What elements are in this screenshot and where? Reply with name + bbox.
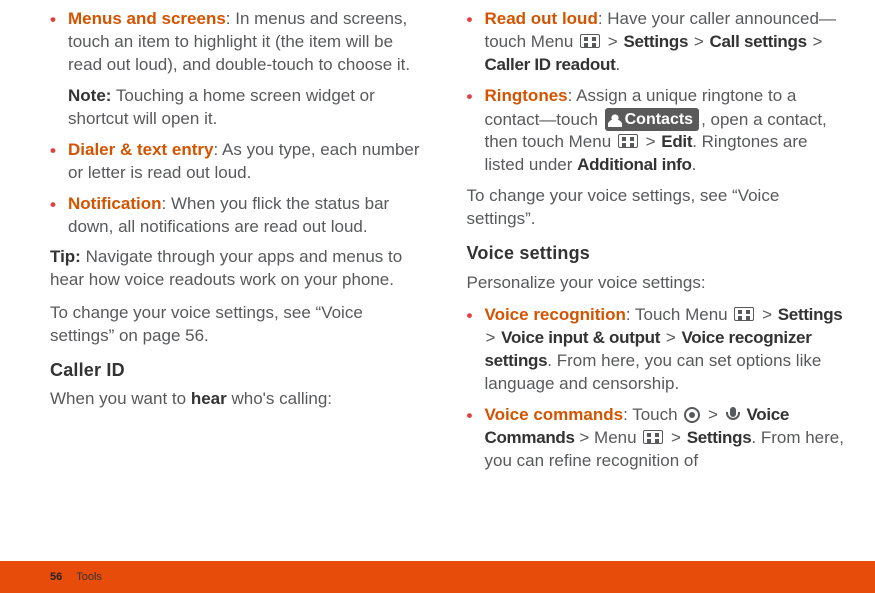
gt-sep: > <box>646 132 656 151</box>
bullet-ringtones: • Ringtones: Assign a unique ringtone to… <box>467 85 846 178</box>
call-settings-label: Call settings <box>710 32 807 51</box>
menu-icon <box>734 307 754 321</box>
voice-settings-heading: Voice settings <box>467 241 846 265</box>
tip-block: Tip: Navigate through your apps and menu… <box>50 246 429 292</box>
change-settings-text-right: To change your voice settings, see “Voic… <box>467 185 846 231</box>
item-title: Notification <box>68 194 162 213</box>
text-pre: : Touch Menu <box>626 305 732 324</box>
page-number: 56 <box>50 570 62 585</box>
tip-body: Navigate through your apps and menus to … <box>50 247 402 289</box>
caller-intro: When you want to hear who's calling: <box>50 388 429 411</box>
text-pre: : Touch <box>623 405 682 424</box>
person-icon <box>608 113 622 127</box>
hear-bold: hear <box>191 389 227 408</box>
caller-id-readout-label: Caller ID readout <box>485 55 616 74</box>
edit-label: Edit <box>661 132 692 151</box>
bullet-icon: • <box>50 9 56 32</box>
note-label: Note: <box>68 86 111 105</box>
contacts-label: Contacts <box>625 109 693 131</box>
bullet-notification: • Notification: When you flick the statu… <box>50 193 429 239</box>
settings-label: Settings <box>778 305 843 324</box>
item-title: Voice recognition <box>485 305 626 324</box>
change-settings-text: To change your voice settings, see “Voic… <box>50 302 429 348</box>
settings-label: Settings <box>687 428 752 447</box>
gt-sep: > <box>671 428 681 447</box>
item-title: Read out loud <box>485 9 598 28</box>
gt-sep: > <box>666 328 676 347</box>
menu-icon <box>643 430 663 444</box>
left-column: • Menus and screens: In menus and screen… <box>50 8 429 481</box>
bullet-icon: • <box>50 194 56 217</box>
text-b: who's calling: <box>227 389 332 408</box>
caller-id-heading: Caller ID <box>50 358 429 382</box>
gt-sep: > <box>608 32 618 51</box>
gt-sep: > <box>694 32 704 51</box>
gt-sep: > <box>708 405 718 424</box>
voice-mic-icon <box>725 406 741 422</box>
item-title: Dialer & text entry <box>68 140 214 159</box>
bullet-icon: • <box>467 9 473 32</box>
item-title: Menus and screens <box>68 9 226 28</box>
text-a: When you want to <box>50 389 191 408</box>
voice-intro: Personalize your voice settings: <box>467 272 846 295</box>
tip-label: Tip: <box>50 247 81 266</box>
page-footer: 56 Tools <box>0 561 875 593</box>
footer-section: Tools <box>76 570 102 585</box>
bullet-dialer: • Dialer & text entry: As you type, each… <box>50 139 429 185</box>
period: . <box>692 155 697 174</box>
item-title: Ringtones <box>485 86 568 105</box>
bullet-read-out-loud: • Read out loud: Have your caller announ… <box>467 8 846 77</box>
note-block: Note: Touching a home screen widget or s… <box>50 85 429 131</box>
bullet-voice-commands: • Voice commands: Touch > Voice Commands… <box>467 404 846 473</box>
additional-info-label: Additional info <box>577 155 691 174</box>
text-mid: > Menu <box>575 428 642 447</box>
period: . <box>615 55 620 74</box>
settings-label: Settings <box>623 32 688 51</box>
item-title: Voice commands <box>485 405 624 424</box>
bullet-icon: • <box>50 140 56 163</box>
bullet-voice-recognition: • Voice recognition: Touch Menu > Settin… <box>467 304 846 396</box>
menu-icon <box>618 134 638 148</box>
gt-sep: > <box>812 32 822 51</box>
voice-input-output-label: Voice input & output <box>501 328 660 347</box>
launcher-icon <box>684 407 700 423</box>
bullet-icon: • <box>467 86 473 109</box>
menu-icon <box>580 34 600 48</box>
bullet-icon: • <box>467 405 473 428</box>
right-column: • Read out loud: Have your caller announ… <box>467 8 846 481</box>
contacts-badge-icon: Contacts <box>605 108 699 132</box>
gt-sep: > <box>486 328 496 347</box>
gt-sep: > <box>762 305 772 324</box>
note-body: Touching a home screen widget or shortcu… <box>68 86 375 128</box>
bullet-menus-screens: • Menus and screens: In menus and screen… <box>50 8 429 77</box>
bullet-icon: • <box>467 305 473 328</box>
